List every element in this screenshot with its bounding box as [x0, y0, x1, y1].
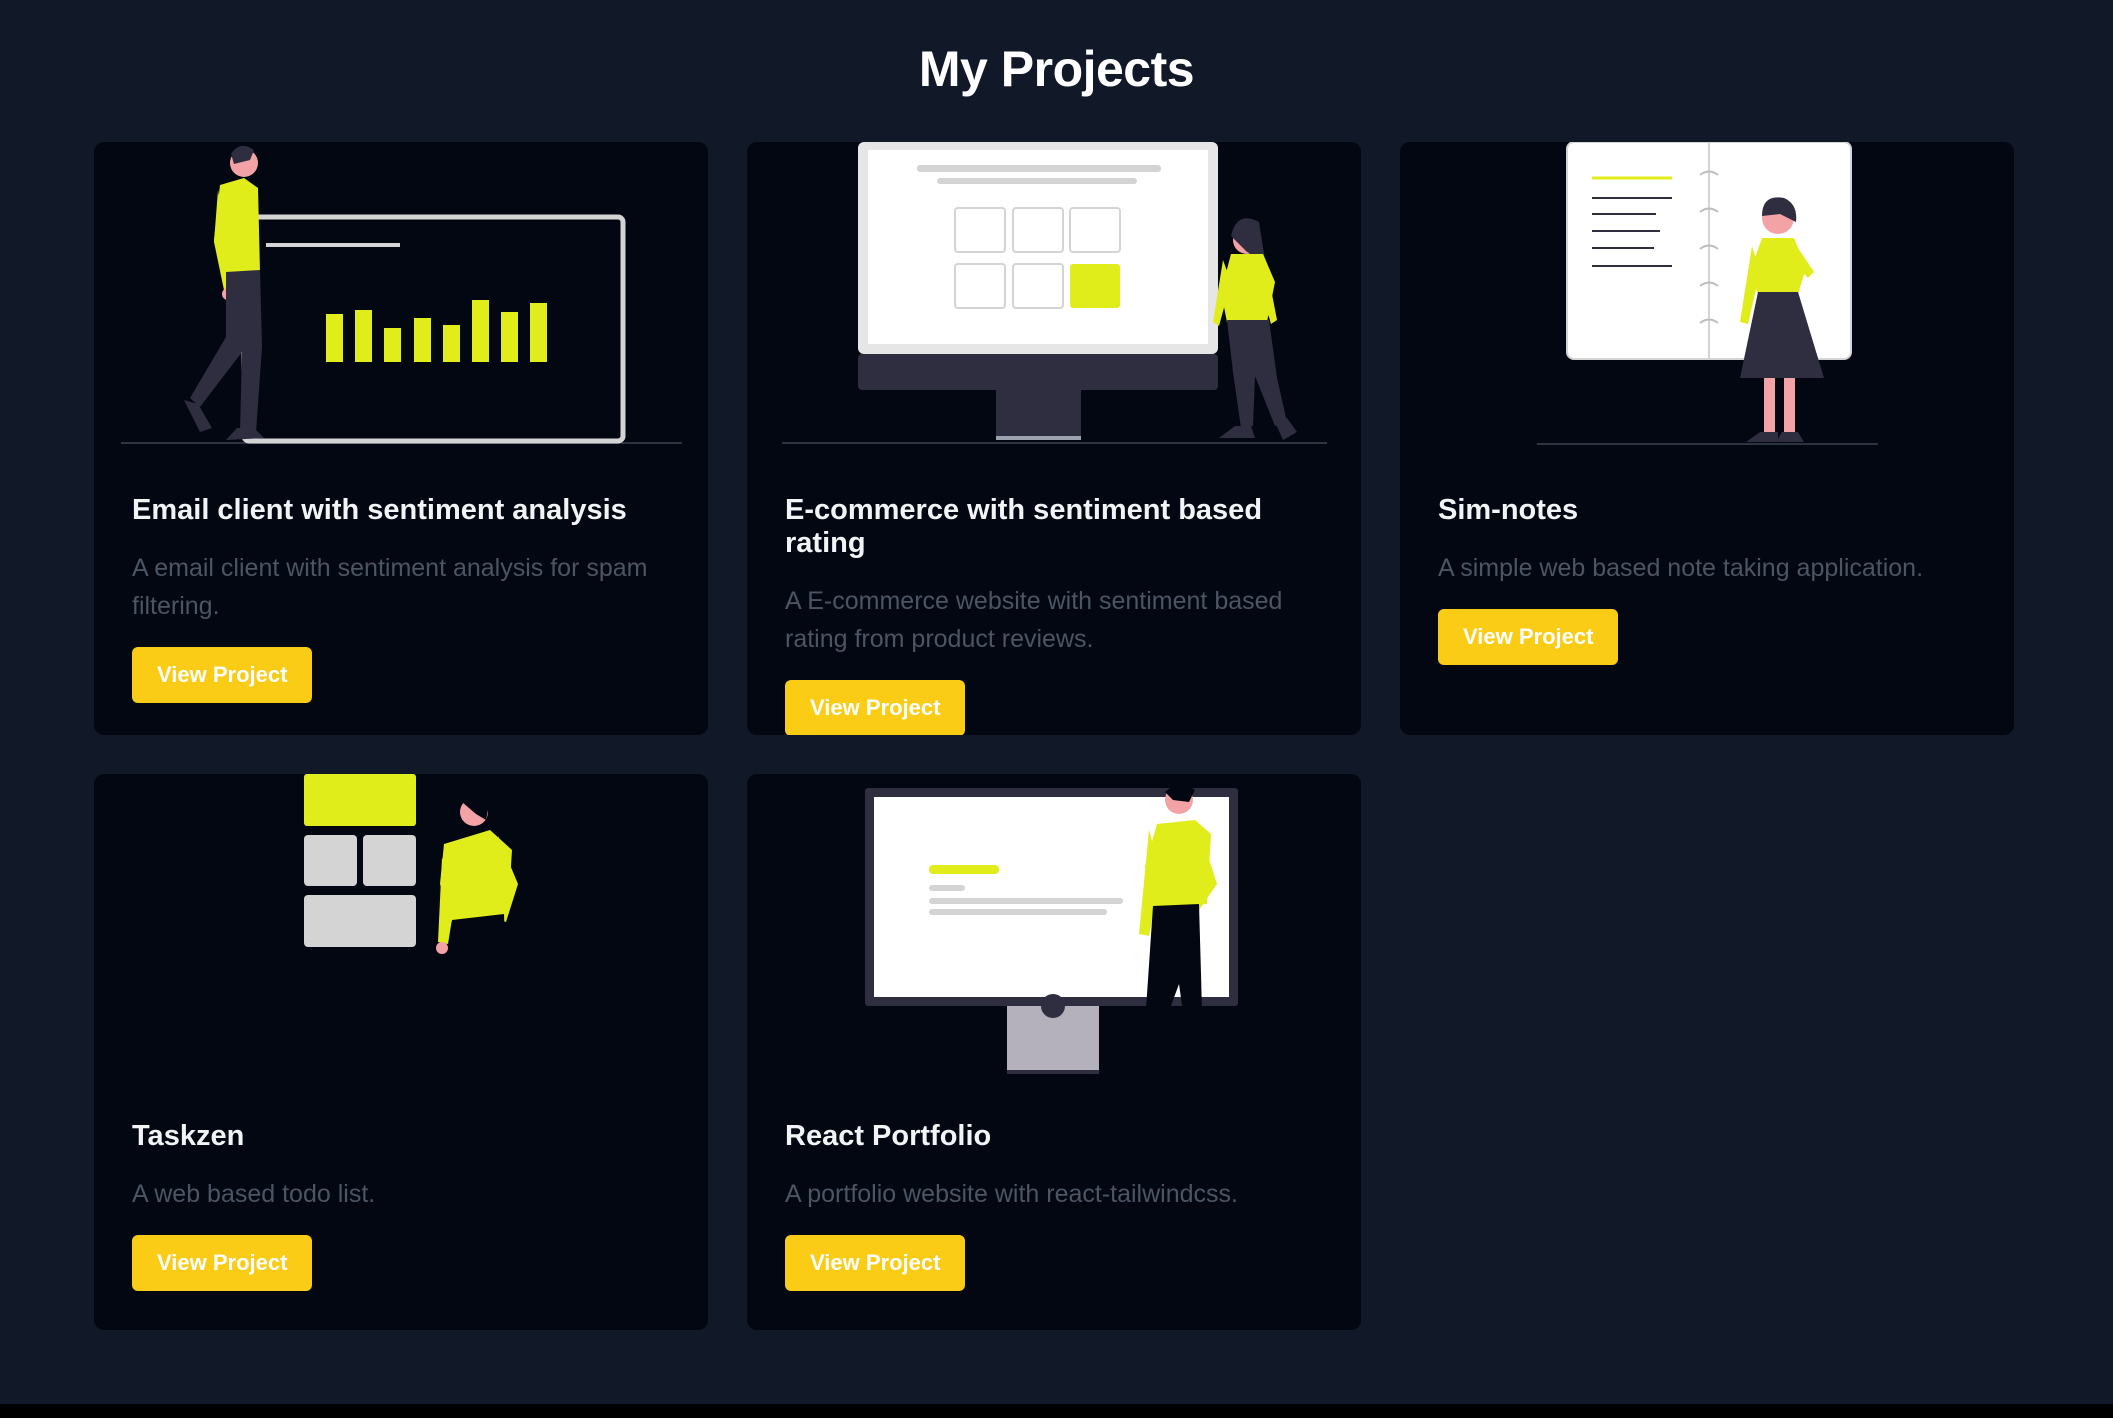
- project-card: Sim-notes A simple web based note taking…: [1400, 142, 2014, 735]
- project-card: E-commerce with sentiment based rating A…: [747, 142, 1361, 735]
- man-with-task-blocks-illustration: [94, 774, 708, 1074]
- man-presenting-chart-illustration: [94, 142, 708, 448]
- project-card: Taskzen A web based todo list. View Proj…: [94, 774, 708, 1330]
- project-title: Sim-notes: [1438, 494, 1579, 526]
- project-card: Email client with sentiment analysis A e…: [94, 142, 708, 735]
- project-description: A web based todo list.: [132, 1180, 376, 1208]
- project-card: React Portfolio A portfolio website with…: [747, 774, 1361, 1330]
- project-title: E-commerce with sentiment based rating: [785, 494, 1263, 559]
- projects-page: My Projects Email client with sentiment …: [0, 0, 2113, 1418]
- footer-edge: [0, 1404, 2113, 1418]
- project-description: A portfolio website with react-tailwindc…: [785, 1180, 1238, 1208]
- projects-grid: Email client with sentiment analysis A e…: [94, 142, 2014, 1330]
- project-description: A simple web based note taking applicati…: [1438, 554, 1924, 582]
- view-project-button[interactable]: View Project: [1438, 609, 1619, 665]
- project-description: A E-commerce website with sentiment base…: [785, 587, 1283, 653]
- project-title: Taskzen: [132, 1120, 245, 1152]
- project-description: A email client with sentiment analysis f…: [132, 554, 648, 620]
- view-project-button[interactable]: View Project: [132, 647, 313, 703]
- woman-with-notebook-illustration: [1400, 142, 2014, 448]
- view-project-button[interactable]: View Project: [132, 1235, 313, 1291]
- project-title: Email client with sentiment analysis: [132, 494, 627, 526]
- view-project-button[interactable]: View Project: [785, 1235, 966, 1291]
- page-title: My Projects: [918, 41, 1195, 97]
- man-at-screen-illustration: [747, 774, 1361, 1074]
- woman-beside-monitor-illustration: [747, 142, 1361, 448]
- project-title: React Portfolio: [785, 1120, 992, 1152]
- view-project-button[interactable]: View Project: [785, 680, 966, 735]
